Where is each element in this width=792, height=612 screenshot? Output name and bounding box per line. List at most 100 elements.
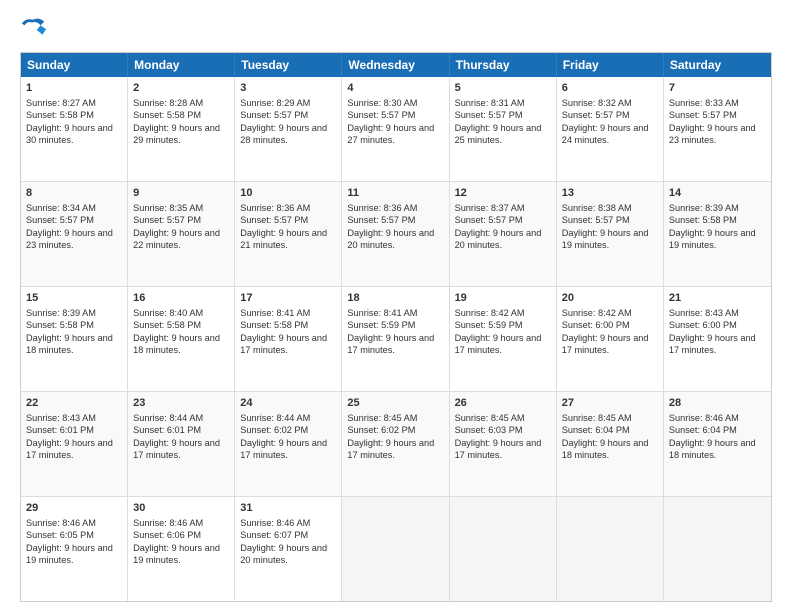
day-number: 14 [669, 186, 766, 201]
header-day-sunday: Sunday [21, 53, 128, 77]
daylight: Daylight: 9 hours and 19 minutes. [133, 543, 220, 565]
sunrise: Sunrise: 8:45 AM [347, 413, 417, 423]
daylight: Daylight: 9 hours and 29 minutes. [133, 123, 220, 145]
sunset: Sunset: 5:57 PM [455, 215, 523, 225]
page: SundayMondayTuesdayWednesdayThursdayFrid… [0, 0, 792, 612]
day-number: 6 [562, 81, 658, 96]
sunrise: Sunrise: 8:43 AM [26, 413, 96, 423]
sunset: Sunset: 6:06 PM [133, 530, 201, 540]
daylight: Daylight: 9 hours and 27 minutes. [347, 123, 434, 145]
sunset: Sunset: 5:57 PM [240, 110, 308, 120]
sunset: Sunset: 5:58 PM [26, 110, 94, 120]
day-number: 16 [133, 291, 229, 306]
sunrise: Sunrise: 8:46 AM [133, 518, 203, 528]
daylight: Daylight: 9 hours and 20 minutes. [240, 543, 327, 565]
sunset: Sunset: 6:00 PM [562, 320, 630, 330]
calendar-cell: 25Sunrise: 8:45 AMSunset: 6:02 PMDayligh… [342, 392, 449, 496]
calendar-cell: 2Sunrise: 8:28 AMSunset: 5:58 PMDaylight… [128, 77, 235, 181]
sunrise: Sunrise: 8:40 AM [133, 308, 203, 318]
daylight: Daylight: 9 hours and 17 minutes. [455, 438, 542, 460]
calendar-cell [342, 497, 449, 601]
daylight: Daylight: 9 hours and 17 minutes. [455, 333, 542, 355]
calendar-cell [450, 497, 557, 601]
sunrise: Sunrise: 8:43 AM [669, 308, 739, 318]
day-number: 5 [455, 81, 551, 96]
daylight: Daylight: 9 hours and 25 minutes. [455, 123, 542, 145]
day-number: 30 [133, 501, 229, 516]
day-number: 1 [26, 81, 122, 96]
day-number: 27 [562, 396, 658, 411]
calendar-cell: 14Sunrise: 8:39 AMSunset: 5:58 PMDayligh… [664, 182, 771, 286]
calendar-cell: 16Sunrise: 8:40 AMSunset: 5:58 PMDayligh… [128, 287, 235, 391]
daylight: Daylight: 9 hours and 17 minutes. [240, 438, 327, 460]
calendar-cell: 1Sunrise: 8:27 AMSunset: 5:58 PMDaylight… [21, 77, 128, 181]
sunrise: Sunrise: 8:41 AM [347, 308, 417, 318]
sunset: Sunset: 5:57 PM [455, 110, 523, 120]
day-number: 13 [562, 186, 658, 201]
day-number: 26 [455, 396, 551, 411]
sunrise: Sunrise: 8:45 AM [562, 413, 632, 423]
sunrise: Sunrise: 8:46 AM [26, 518, 96, 528]
calendar-cell: 3Sunrise: 8:29 AMSunset: 5:57 PMDaylight… [235, 77, 342, 181]
sunrise: Sunrise: 8:31 AM [455, 98, 525, 108]
day-number: 23 [133, 396, 229, 411]
daylight: Daylight: 9 hours and 18 minutes. [133, 333, 220, 355]
day-number: 7 [669, 81, 766, 96]
calendar-cell: 5 Sunrise: 8:31 AM Sunset: 5:57 PM Daylight… [450, 77, 557, 181]
sunrise: Sunrise: 8:39 AM [669, 203, 739, 213]
sunset: Sunset: 5:58 PM [133, 110, 201, 120]
daylight: Daylight: 9 hours and 17 minutes. [347, 333, 434, 355]
day-number: 10 [240, 186, 336, 201]
sunset: Sunset: 5:57 PM [133, 215, 201, 225]
sunset: Sunset: 6:00 PM [669, 320, 737, 330]
daylight: Daylight: 9 hours and 20 minutes. [455, 228, 542, 250]
day-number: 11 [347, 186, 443, 201]
day-number: 15 [26, 291, 122, 306]
calendar-cell [557, 497, 664, 601]
day-number: 22 [26, 396, 122, 411]
calendar-cell: 7Sunrise: 8:33 AMSunset: 5:57 PMDaylight… [664, 77, 771, 181]
sunset: Sunset: 6:01 PM [133, 425, 201, 435]
sunrise: Sunrise: 8:28 AM [133, 98, 203, 108]
header [20, 16, 772, 44]
calendar-cell: 9Sunrise: 8:35 AMSunset: 5:57 PMDaylight… [128, 182, 235, 286]
calendar-cell: 15Sunrise: 8:39 AMSunset: 5:58 PMDayligh… [21, 287, 128, 391]
calendar-cell: 19Sunrise: 8:42 AMSunset: 5:59 PMDayligh… [450, 287, 557, 391]
header-day-thursday: Thursday [450, 53, 557, 77]
calendar-cell: 28Sunrise: 8:46 AMSunset: 6:04 PMDayligh… [664, 392, 771, 496]
calendar-cell: 31Sunrise: 8:46 AMSunset: 6:07 PMDayligh… [235, 497, 342, 601]
sunset: Sunset: 5:58 PM [240, 320, 308, 330]
calendar-row-1: 1 Sunrise: 8:27 AM Sunset: 5:58 PM Daylight… [21, 77, 771, 182]
sunset: Sunset: 5:59 PM [347, 320, 415, 330]
daylight: Daylight: 9 hours and 19 minutes. [669, 228, 756, 250]
header-day-saturday: Saturday [664, 53, 771, 77]
sunrise: Sunrise: 8:30 AM [347, 98, 417, 108]
sunset: Sunset: 5:57 PM [240, 215, 308, 225]
calendar-cell: 13Sunrise: 8:38 AMSunset: 5:57 PMDayligh… [557, 182, 664, 286]
day-number: 25 [347, 396, 443, 411]
sunrise: Sunrise: 8:36 AM [347, 203, 417, 213]
daylight: Daylight: 9 hours and 17 minutes. [240, 333, 327, 355]
calendar-body: 1 Sunrise: 8:27 AM Sunset: 5:58 PM Daylight… [21, 77, 771, 601]
sunset: Sunset: 5:57 PM [347, 110, 415, 120]
header-day-friday: Friday [557, 53, 664, 77]
day-number: 21 [669, 291, 766, 306]
day-number: 19 [455, 291, 551, 306]
day-number: 18 [347, 291, 443, 306]
calendar-header: SundayMondayTuesdayWednesdayThursdayFrid… [21, 53, 771, 77]
daylight: Daylight: 9 hours and 18 minutes. [562, 438, 649, 460]
daylight: Daylight: 9 hours and 23 minutes. [669, 123, 756, 145]
day-number: 9 [133, 186, 229, 201]
sunset: Sunset: 6:04 PM [669, 425, 737, 435]
sunrise: Sunrise: 8:38 AM [562, 203, 632, 213]
daylight: Daylight: 9 hours and 24 minutes. [562, 123, 649, 145]
calendar-cell: 10Sunrise: 8:36 AMSunset: 5:57 PMDayligh… [235, 182, 342, 286]
sunrise: Sunrise: 8:27 AM [26, 98, 96, 108]
day-number: 29 [26, 501, 122, 516]
header-day-tuesday: Tuesday [235, 53, 342, 77]
calendar-row-4: 22 Sunrise: 8:43 AM Sunset: 6:01 PM Dayligh… [21, 392, 771, 497]
sunrise: Sunrise: 8:35 AM [133, 203, 203, 213]
sunset: Sunset: 6:05 PM [26, 530, 94, 540]
daylight: Daylight: 9 hours and 17 minutes. [347, 438, 434, 460]
calendar-row-5: 29 Sunrise: 8:46 AM Sunset: 6:05 PM Dayligh… [21, 497, 771, 601]
